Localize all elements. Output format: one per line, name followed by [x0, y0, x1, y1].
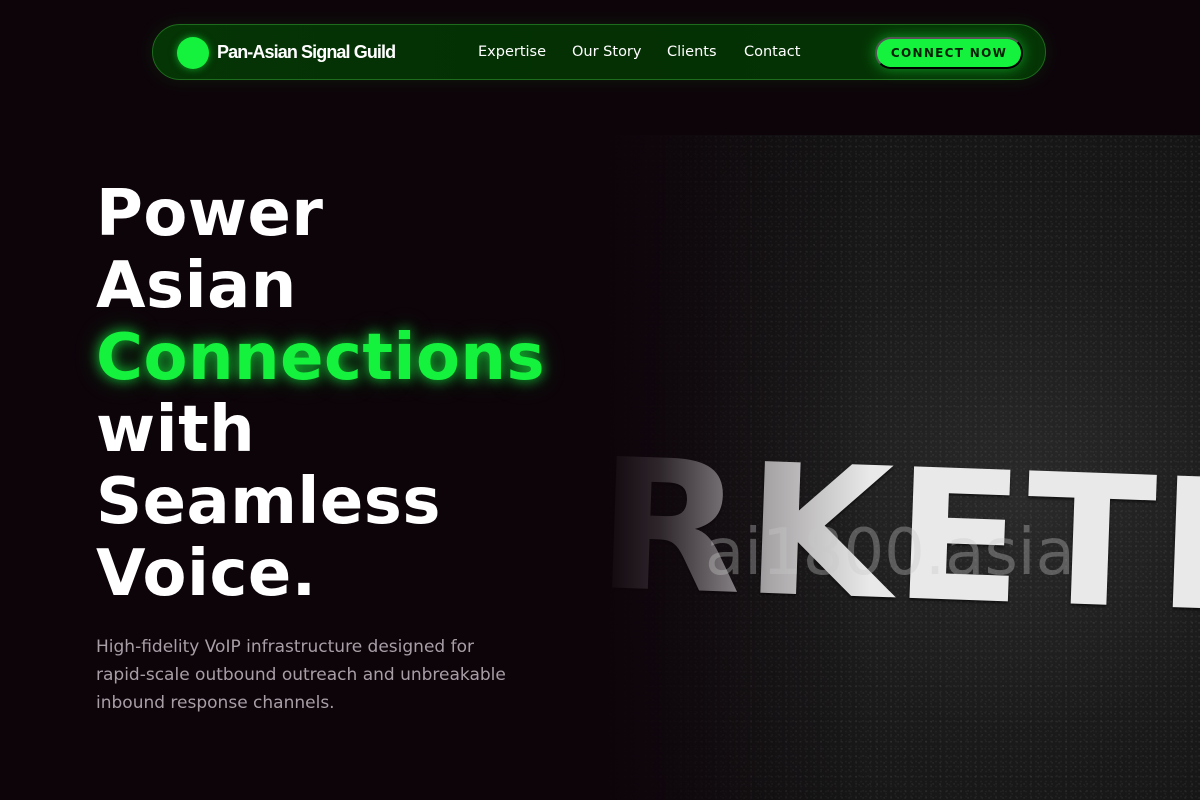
headline-accent-line: Connections — [96, 321, 546, 395]
headline-line-2: Asian — [96, 249, 297, 323]
nav-link-expertise[interactable]: Expertise — [478, 44, 546, 60]
hero-image: RKETI — [600, 135, 1200, 800]
top-navbar: Pan-Asian Signal Guild Expertise Our Sto… — [152, 24, 1046, 80]
nav-link-contact[interactable]: Contact — [744, 44, 800, 60]
image-watermark: ai1800.asia — [705, 516, 1075, 590]
headline-line-1: Power — [96, 177, 324, 251]
headline-line-4: with — [96, 393, 256, 467]
hero-subtext: High-fidelity VoIP infrastructure design… — [96, 637, 506, 713]
headline-line-5: Seamless — [96, 465, 441, 539]
page: Pan-Asian Signal Guild Expertise Our Sto… — [0, 0, 1200, 800]
hero-headline: Power Asian Connections with Seamless Vo… — [96, 178, 545, 610]
brand-name[interactable]: Pan-Asian Signal Guild — [217, 42, 396, 63]
nav-link-our-story[interactable]: Our Story — [572, 44, 641, 60]
headline-line-6: Voice. — [96, 537, 317, 611]
nav-link-clients[interactable]: Clients — [667, 44, 717, 60]
brand-logo-icon[interactable] — [177, 37, 209, 69]
connect-now-button[interactable]: CONNECT NOW — [875, 37, 1023, 69]
